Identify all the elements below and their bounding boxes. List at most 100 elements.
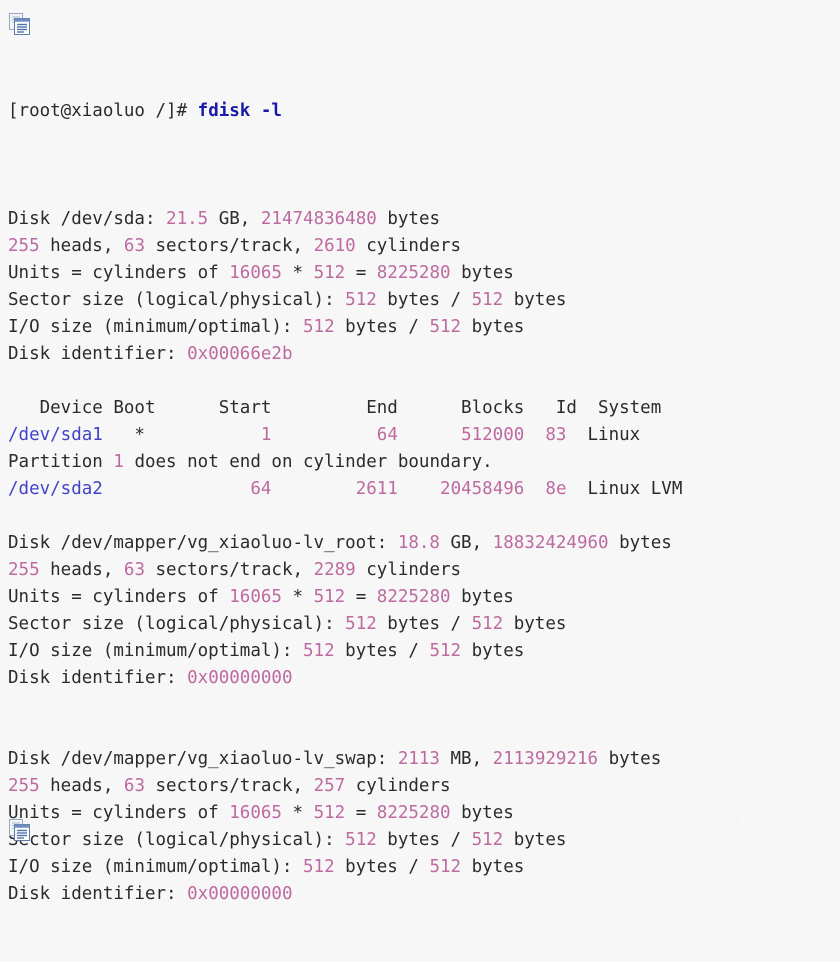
text-token: GB, [208, 209, 261, 229]
text-token: * [281, 803, 314, 823]
numeric-token: 512 [429, 641, 462, 661]
text-token: bytes [450, 263, 514, 283]
output-line: /dev/sda2 64 2611 20458496 8e Linux LVM [8, 476, 832, 503]
numeric-token: 8e [545, 479, 567, 499]
numeric-token: 16065 [229, 803, 282, 823]
numeric-token: 16065 [229, 587, 282, 607]
text-token: MB, [439, 749, 493, 769]
numeric-token: 64 [376, 425, 398, 445]
numeric-token: 512 [345, 614, 377, 634]
numeric-token: 2113 [397, 749, 440, 769]
output-line: Device Boot Start End Blocks Id System [8, 395, 832, 422]
numeric-token: 20458496 [440, 479, 525, 499]
numeric-token: 255 [8, 236, 40, 256]
output-line: I/O size (minimum/optimal): 512 bytes / … [8, 314, 832, 341]
text-token: Units = cylinders of [8, 803, 230, 823]
output-line: Partition 1 does not end on cylinder bou… [8, 449, 832, 476]
copy-icon[interactable] [8, 818, 32, 842]
text-token: bytes [461, 317, 525, 337]
output-line: /dev/sda1 * 1 64 512000 83 Linux [8, 422, 832, 449]
text-token: bytes [598, 749, 662, 769]
text-token: Sector size (logical/physical): [8, 290, 346, 310]
numeric-token: 83 [545, 425, 567, 445]
text-token: bytes [503, 830, 567, 850]
numeric-token: 512 [313, 587, 346, 607]
text-token: bytes / [334, 857, 430, 877]
output-line: Disk identifier: 0x00000000 [8, 881, 832, 908]
text-token: sectors/track, [144, 236, 314, 256]
numeric-token: 255 [8, 776, 40, 796]
numeric-token: 63 [123, 236, 145, 256]
terminal-output-block: [root@xiaoluo /]# fdisk -l Disk /dev/sda… [0, 0, 840, 904]
output-line: Units = cylinders of 16065 * 512 = 82252… [8, 584, 832, 611]
text-token: bytes [376, 209, 441, 229]
text-token: Device Boot Start End Blocks Id System [8, 398, 662, 418]
text-token: GB, [439, 533, 493, 553]
numeric-token: 18832424960 [492, 533, 609, 553]
text-token: bytes / [376, 290, 472, 310]
text-token: Linux LVM [566, 479, 683, 499]
text-token: Units = cylinders of [8, 263, 230, 283]
text-token: sectors/track, [144, 560, 314, 580]
text-token: Linux [566, 425, 641, 445]
text-token: Disk /dev/mapper/vg_xiaoluo-lv_root: [8, 533, 398, 553]
numeric-token: 512 [471, 614, 504, 634]
device-path-token: /dev/sda2 [8, 479, 103, 499]
text-token: Partition [8, 452, 114, 472]
numeric-token: 0x00000000 [187, 668, 293, 688]
text-token: Disk identifier: [8, 668, 188, 688]
numeric-token: 512 [471, 830, 504, 850]
numeric-token: 21474836480 [260, 209, 377, 229]
text-token: bytes [450, 587, 514, 607]
output-line: Sector size (logical/physical): 512 byte… [8, 611, 832, 638]
copy-icon[interactable] [8, 12, 32, 36]
shell-prompt: [root@xiaoluo /]# [8, 101, 198, 121]
text-token: Disk identifier: [8, 344, 188, 364]
output-line: 255 heads, 63 sectors/track, 2289 cylind… [8, 557, 832, 584]
text-token: I/O size (minimum/optimal): [8, 857, 304, 877]
numeric-token: 8225280 [376, 803, 451, 823]
text-token: * [102, 425, 261, 445]
numeric-token: 2610 [313, 236, 356, 256]
numeric-token: 0x00000000 [187, 884, 293, 904]
output-line: Disk identifier: 0x00000000 [8, 665, 832, 692]
numeric-token: 512 [429, 857, 462, 877]
output-line: Units = cylinders of 16065 * 512 = 82252… [8, 800, 832, 827]
text-token: bytes / [334, 641, 430, 661]
terminal-code: [root@xiaoluo /]# fdisk -l Disk /dev/sda… [8, 44, 832, 962]
text-token: bytes [503, 614, 567, 634]
numeric-token: 0x00066e2b [187, 344, 293, 364]
numeric-token: 512 [471, 290, 504, 310]
text-token: heads, [39, 776, 124, 796]
numeric-token: 2289 [313, 560, 356, 580]
output-line: Sector size (logical/physical): 512 byte… [8, 827, 832, 854]
output-line: Disk /dev/mapper/vg_xiaoluo-lv_swap: 211… [8, 746, 832, 773]
numeric-token: 257 [313, 776, 346, 796]
text-token: sectors/track, [144, 776, 314, 796]
text-token: * [281, 587, 314, 607]
watermark: 松勤软件学院 [740, 817, 830, 833]
text-token: Sector size (logical/physical): [8, 830, 346, 850]
text-token: bytes [608, 533, 672, 553]
numeric-token: 512 [313, 263, 346, 283]
text-token: bytes / [334, 317, 430, 337]
text-token: Units = cylinders of [8, 587, 230, 607]
text-token: I/O size (minimum/optimal): [8, 317, 304, 337]
output-line: Units = cylinders of 16065 * 512 = 82252… [8, 260, 832, 287]
text-token: I/O size (minimum/optimal): [8, 641, 304, 661]
numeric-token: 64 [250, 479, 272, 499]
text-token: = [345, 263, 377, 283]
numeric-token: 1 [113, 452, 124, 472]
text-token: Sector size (logical/physical): [8, 614, 346, 634]
output-lines: Disk /dev/sda: 21.5 GB, 21474836480 byte… [8, 179, 832, 908]
numeric-token: 2611 [355, 479, 398, 499]
numeric-token: 512 [313, 803, 346, 823]
text-token: cylinders [355, 560, 462, 580]
